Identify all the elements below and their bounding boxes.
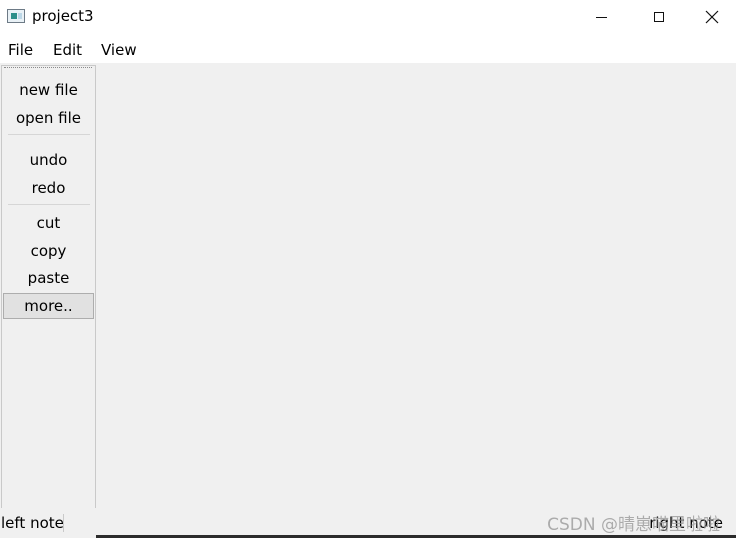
minimize-button[interactable] bbox=[572, 0, 630, 34]
toolbar-grip-handle[interactable] bbox=[4, 67, 92, 70]
cut-button[interactable]: cut bbox=[3, 210, 94, 236]
menu-view[interactable]: View bbox=[101, 41, 137, 59]
left-toolbar: new file open file undo redo cut copy pa… bbox=[1, 65, 96, 509]
redo-button[interactable]: redo bbox=[3, 175, 94, 201]
open-file-button[interactable]: open file bbox=[3, 105, 94, 131]
app-icon bbox=[7, 9, 25, 23]
minimize-icon bbox=[595, 16, 607, 18]
toolbar-separator bbox=[8, 204, 90, 205]
menu-bar: File Edit View bbox=[0, 34, 736, 63]
central-widget bbox=[96, 63, 736, 508]
maximize-button[interactable] bbox=[630, 0, 688, 34]
paste-button[interactable]: paste bbox=[3, 265, 94, 291]
app-window: project3 File Edit View new file open fi… bbox=[0, 0, 736, 538]
new-file-button[interactable]: new file bbox=[3, 77, 94, 103]
window-title: project3 bbox=[32, 7, 94, 25]
status-divider bbox=[63, 514, 64, 532]
watermark-text: CSDN @晴崽喵里啦啦 bbox=[547, 515, 720, 535]
status-left-note: left note bbox=[1, 514, 64, 532]
close-button[interactable] bbox=[688, 0, 736, 34]
status-bar: left note right note CSDN @晴崽喵里啦啦 bbox=[0, 508, 736, 538]
toolbar-separator bbox=[8, 134, 90, 135]
menu-edit[interactable]: Edit bbox=[53, 41, 82, 59]
undo-button[interactable]: undo bbox=[3, 147, 94, 173]
title-bar: project3 bbox=[0, 0, 736, 34]
copy-button[interactable]: copy bbox=[3, 238, 94, 264]
maximize-icon bbox=[654, 12, 664, 22]
close-icon bbox=[705, 10, 719, 24]
menu-file[interactable]: File bbox=[8, 41, 33, 59]
more-button[interactable]: more.. bbox=[3, 293, 94, 319]
